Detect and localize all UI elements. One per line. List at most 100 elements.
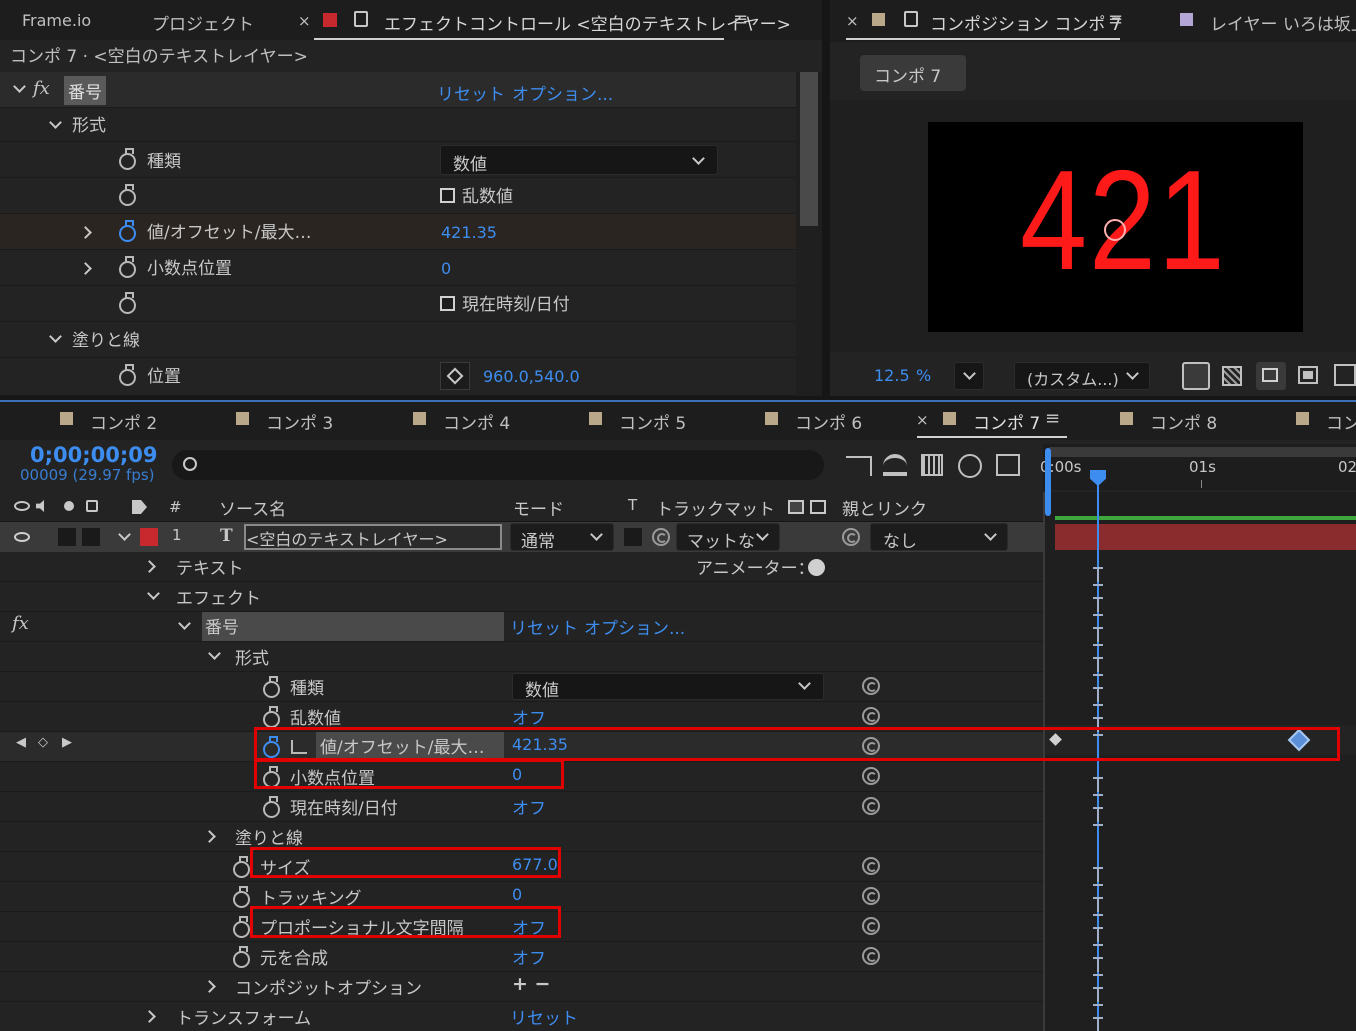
resolution-dropdown[interactable]: (カスタム...) bbox=[1014, 362, 1150, 390]
mode-dropdown[interactable]: 通常 bbox=[510, 523, 614, 552]
menu-icon[interactable]: ≡ bbox=[733, 9, 748, 30]
eye-icon[interactable] bbox=[14, 532, 30, 542]
solo-icon[interactable] bbox=[64, 501, 74, 511]
motion-blur-icon[interactable] bbox=[958, 454, 982, 478]
work-area-bar[interactable] bbox=[1049, 447, 1356, 457]
frame-blending-icon[interactable] bbox=[921, 454, 943, 476]
reset-link[interactable]: リセット bbox=[510, 614, 578, 639]
stopwatch-icon[interactable] bbox=[119, 220, 136, 242]
transform-reset-link[interactable]: リセット bbox=[510, 1004, 578, 1029]
stopwatch-icon[interactable] bbox=[119, 148, 136, 170]
col-source-name[interactable]: ソース名 bbox=[219, 495, 286, 520]
layer-name-field[interactable]: <空白のテキストレイヤー> bbox=[244, 524, 502, 550]
pickwhip-icon[interactable] bbox=[652, 528, 670, 546]
comp-options-add-remove[interactable]: + − bbox=[512, 973, 550, 995]
mask-outline-icon[interactable] bbox=[1256, 362, 1286, 390]
region-of-interest-icon[interactable] bbox=[1298, 366, 1318, 384]
chevron-down-icon[interactable] bbox=[178, 617, 191, 630]
chevron-right-icon[interactable] bbox=[79, 262, 92, 275]
composite-value[interactable]: オフ bbox=[512, 944, 546, 969]
expression-pickwhip-icon[interactable] bbox=[862, 887, 880, 905]
expression-pickwhip-icon[interactable] bbox=[862, 857, 880, 875]
layer-row[interactable]: 1 T <空白のテキストレイヤー> 通常 マットな なし bbox=[0, 522, 1043, 552]
label-tag-icon[interactable] bbox=[132, 500, 147, 514]
tab-comp-3[interactable]: コンポ 3 bbox=[266, 409, 333, 434]
stopwatch-icon[interactable] bbox=[233, 856, 250, 878]
random-checkbox[interactable] bbox=[440, 188, 455, 203]
comp-flowchart-icon[interactable] bbox=[846, 456, 872, 476]
tracking-value[interactable]: 0 bbox=[512, 885, 522, 904]
random-value[interactable]: オフ bbox=[512, 704, 546, 729]
zoom-value[interactable]: 12.5 bbox=[874, 366, 910, 385]
fast-preview-icon[interactable] bbox=[1182, 362, 1210, 390]
grid-guide-icon[interactable] bbox=[1334, 364, 1356, 386]
chevron-down-icon[interactable] bbox=[49, 330, 62, 343]
fx-icon[interactable]: fx bbox=[12, 613, 29, 634]
chevron-right-icon[interactable] bbox=[203, 830, 216, 843]
chevron-right-icon[interactable] bbox=[143, 560, 156, 573]
datetime-checkbox[interactable] bbox=[440, 296, 455, 311]
next-keyframe-icon[interactable]: ▶ bbox=[62, 735, 72, 750]
prev-keyframe-icon[interactable]: ◀ bbox=[16, 735, 26, 750]
stopwatch-icon[interactable] bbox=[263, 706, 280, 728]
track-matte-dropdown[interactable]: マットな bbox=[676, 523, 780, 552]
graph-editor-icon[interactable] bbox=[996, 454, 1020, 476]
stopwatch-icon[interactable] bbox=[119, 292, 136, 314]
close-icon[interactable]: × bbox=[916, 411, 929, 429]
stopwatch-icon[interactable] bbox=[119, 256, 136, 278]
preserve-transparency-box[interactable] bbox=[624, 528, 642, 546]
lock-icon[interactable] bbox=[904, 11, 918, 27]
transparency-grid-icon[interactable] bbox=[1222, 366, 1242, 386]
tab-comp-8[interactable]: コンポ 8 bbox=[1150, 409, 1217, 434]
tab-effect-controls[interactable]: エフェクトコントロール <空白のテキストレイヤー> bbox=[384, 10, 791, 35]
chevron-down-icon[interactable] bbox=[118, 528, 131, 541]
solo-box[interactable] bbox=[58, 528, 76, 546]
add-keyframe-icon[interactable]: ◇ bbox=[38, 735, 48, 750]
type-dropdown[interactable]: 数値 bbox=[440, 145, 718, 175]
search-input[interactable] bbox=[172, 450, 824, 480]
audio-icon[interactable] bbox=[36, 500, 44, 512]
tab-frameio[interactable]: Frame.io bbox=[22, 11, 91, 30]
options-link[interactable]: オプション... bbox=[584, 614, 685, 639]
eye-icon[interactable] bbox=[14, 501, 30, 511]
timecode[interactable]: 0;00;00;09 bbox=[30, 443, 157, 467]
shy-layers-icon[interactable] bbox=[883, 454, 907, 476]
layer-label-color[interactable] bbox=[140, 528, 158, 546]
anchor-point-icon[interactable] bbox=[1104, 219, 1126, 241]
tab-project[interactable]: プロジェクト bbox=[152, 10, 254, 35]
comp-7-button[interactable]: コンポ 7 bbox=[860, 55, 966, 91]
close-icon[interactable]: × bbox=[846, 12, 859, 30]
chevron-down-icon[interactable] bbox=[13, 80, 26, 93]
stopwatch-icon[interactable] bbox=[263, 676, 280, 698]
tab-composition[interactable]: コンポジション コンポ 7 bbox=[930, 10, 1122, 35]
chevron-down-icon[interactable] bbox=[147, 587, 160, 600]
options-link[interactable]: オプション... bbox=[512, 80, 613, 105]
value-field[interactable]: 421.35 bbox=[441, 223, 497, 242]
expression-pickwhip-icon[interactable] bbox=[862, 767, 880, 785]
expression-pickwhip-icon[interactable] bbox=[862, 677, 880, 695]
layer-duration-bar[interactable] bbox=[1055, 524, 1356, 550]
type-dropdown[interactable]: 数値 bbox=[512, 673, 824, 701]
animator-add-icon[interactable] bbox=[808, 559, 825, 576]
track-area[interactable] bbox=[1043, 492, 1356, 1031]
fx-icon[interactable]: fx bbox=[33, 78, 50, 99]
expression-pickwhip-icon[interactable] bbox=[862, 797, 880, 815]
position-field[interactable]: 960.0,540.0 bbox=[483, 367, 580, 386]
tab-comp-4[interactable]: コンポ 4 bbox=[443, 409, 510, 434]
expression-pickwhip-icon[interactable] bbox=[862, 707, 880, 725]
scrollbar-thumb[interactable] bbox=[800, 72, 818, 226]
tab-comp-5[interactable]: コンポ 5 bbox=[619, 409, 686, 434]
reset-link[interactable]: リセット bbox=[437, 80, 505, 105]
chevron-down-icon[interactable] bbox=[208, 647, 221, 660]
stopwatch-icon[interactable] bbox=[119, 184, 136, 206]
zoom-dropdown[interactable] bbox=[954, 362, 984, 390]
decimal-field[interactable]: 0 bbox=[441, 259, 451, 278]
preview-canvas[interactable]: 421 bbox=[928, 122, 1303, 332]
close-icon[interactable]: × bbox=[298, 12, 311, 30]
tab-comp-overflow[interactable]: コン bbox=[1326, 409, 1356, 434]
effect-name[interactable]: 番号 bbox=[64, 76, 106, 105]
chevron-right-icon[interactable] bbox=[203, 980, 216, 993]
chevron-right-icon[interactable] bbox=[79, 226, 92, 239]
datetime-value[interactable]: オフ bbox=[512, 794, 546, 819]
tab-comp-6[interactable]: コンポ 6 bbox=[795, 409, 862, 434]
